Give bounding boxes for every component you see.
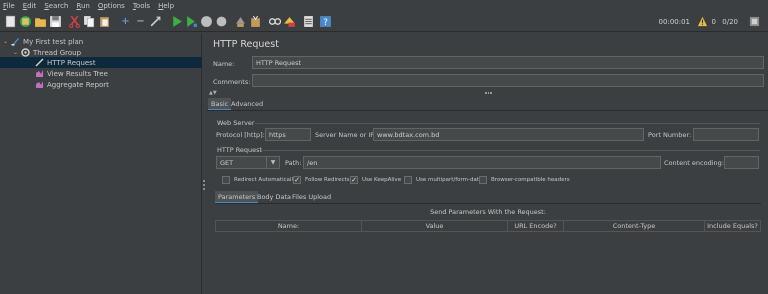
name-label: Name: [213, 60, 235, 68]
comments-label: Comments: [213, 78, 251, 86]
menu-help[interactable]: Help [158, 2, 174, 10]
content-encoding-field[interactable] [724, 156, 759, 169]
http-sampler-icon [35, 58, 44, 67]
server-name-label: Server Name or IP: [315, 131, 377, 139]
menu-run[interactable]: Run [76, 2, 89, 10]
test-plan-tree: ⌄ My First test plan ⌄ Thread Group HTTP… [0, 33, 202, 294]
tree-item-http-request[interactable]: HTTP Request [0, 57, 202, 68]
open-icon[interactable] [34, 15, 47, 28]
name-field[interactable]: HTTP Request [252, 56, 764, 69]
tab-files-upload[interactable]: Files Upload [289, 191, 334, 203]
multipart-form-data-checkbox[interactable]: Use multipart/form-data [404, 176, 482, 184]
collapse-divider[interactable]: ▲▼ [207, 90, 768, 97]
menu-options[interactable]: Options [98, 2, 125, 10]
column-value[interactable]: Value [362, 221, 508, 231]
chevron-down-icon[interactable]: ⌄ [3, 38, 8, 45]
menu-file[interactable]: File [3, 2, 15, 10]
paste-icon[interactable] [98, 15, 111, 28]
use-keepalive-checkbox[interactable]: ✓ Use KeepAlive [350, 176, 401, 184]
checkbox-box[interactable] [479, 176, 487, 184]
protocol-label: Protocol [http]: [216, 131, 265, 139]
http-request-panel: HTTP Request Name: HTTP Request Comments… [207, 33, 768, 294]
splitter-handle[interactable] [203, 180, 206, 192]
start-icon[interactable] [170, 15, 183, 28]
cut-icon[interactable] [68, 15, 81, 28]
toggle-icon[interactable] [149, 15, 162, 28]
start-no-pause-icon[interactable] [185, 15, 198, 28]
menu-search[interactable]: Search [44, 2, 68, 10]
comments-field[interactable] [252, 74, 764, 87]
protocol-field[interactable]: https [265, 128, 311, 141]
tab-body-data[interactable]: Body Data [254, 191, 294, 203]
collapse-icon[interactable]: − [134, 15, 147, 28]
port-number-field[interactable] [693, 128, 759, 141]
menu-bar: File Edit Search Run Options Tools Help [0, 0, 768, 12]
expand-icon[interactable]: + [119, 15, 132, 28]
path-field[interactable]: /en [303, 156, 661, 169]
column-url-encode[interactable]: URL Encode? [508, 221, 564, 231]
check-icon[interactable]: ✓ [293, 176, 301, 184]
warning-icon[interactable] [697, 16, 708, 29]
shutdown-icon[interactable] [215, 15, 228, 28]
clear-all-icon[interactable] [249, 15, 262, 28]
method-select[interactable]: GET ▼ [216, 156, 280, 169]
new-icon[interactable] [4, 15, 17, 28]
help-icon[interactable]: ? [319, 15, 332, 28]
page-title: HTTP Request [213, 39, 279, 50]
thread-group-icon [21, 48, 30, 57]
path-label: Path: [285, 159, 302, 167]
tree-item-aggregate-report[interactable]: Aggregate Report [35, 79, 109, 90]
warning-count: 0 [711, 18, 716, 26]
menu-tools[interactable]: Tools [133, 2, 150, 10]
follow-redirects-checkbox[interactable]: ✓ Follow Redirects [293, 176, 350, 184]
parameters-table-title: Send Parameters With the Request: [430, 208, 546, 216]
check-icon[interactable]: ✓ [350, 176, 358, 184]
test-plan-icon [11, 37, 20, 46]
stop-icon[interactable] [200, 15, 213, 28]
column-name[interactable]: Name: [216, 221, 362, 231]
tree-item-test-plan[interactable]: ⌄ My First test plan [3, 36, 83, 47]
server-name-field[interactable]: www.bdtax.com.bd [373, 128, 644, 141]
toolbar: + − ? 00:00:01 0 0/20 [0, 12, 768, 32]
thread-status-icon [749, 16, 760, 29]
svg-text:?: ? [323, 18, 328, 28]
redirect-automatically-checkbox[interactable]: Redirect Automatically [222, 176, 296, 184]
chevron-down-icon[interactable]: ▼ [266, 157, 279, 168]
listener-icon [35, 69, 44, 78]
copy-icon[interactable] [83, 15, 96, 28]
elapsed-timer: 00:00:01 [658, 18, 690, 26]
chevron-down-icon[interactable]: ⌄ [13, 49, 18, 56]
collapse-arrows-icon[interactable]: ▲▼ [209, 90, 217, 96]
browser-compatible-headers-checkbox[interactable]: Browser-compatible headers [479, 176, 570, 184]
reset-search-icon[interactable] [283, 15, 296, 28]
tree-item-view-results-tree[interactable]: View Results Tree [35, 68, 108, 79]
clear-icon[interactable] [234, 15, 247, 28]
menu-edit[interactable]: Edit [23, 2, 37, 10]
web-server-section-title: Web Server [217, 119, 255, 127]
thread-count: 0/20 [722, 18, 738, 26]
column-content-type[interactable]: Content-Type [564, 221, 705, 231]
content-encoding-label: Content encoding: [664, 159, 724, 167]
http-request-section-title: HTTP Request [217, 146, 263, 154]
templates-icon[interactable] [19, 15, 32, 28]
checkbox-box[interactable] [404, 176, 412, 184]
function-helper-icon[interactable] [302, 15, 315, 28]
port-number-label: Port Number: [648, 131, 692, 139]
parameters-table-header: Name: Value URL Encode? Content-Type Inc… [215, 220, 761, 232]
search-icon[interactable] [268, 15, 281, 28]
tab-parameters[interactable]: Parameters [215, 191, 259, 203]
checkbox-box[interactable] [222, 176, 230, 184]
column-include-equals[interactable]: Include Equals? [705, 221, 760, 231]
save-icon[interactable] [49, 15, 62, 28]
tab-advanced[interactable]: Advanced [228, 98, 266, 110]
listener-icon [35, 80, 44, 89]
